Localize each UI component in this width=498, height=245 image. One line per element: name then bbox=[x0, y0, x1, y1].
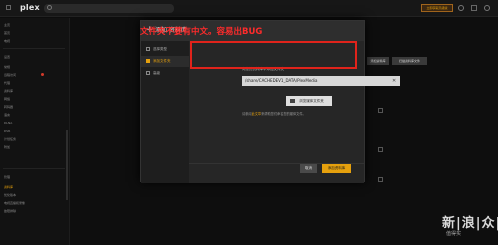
user-avatar-icon[interactable] bbox=[484, 5, 490, 11]
edit-icon bbox=[378, 177, 383, 182]
step-advanced[interactable]: 高级 bbox=[141, 68, 189, 79]
sidebar-item[interactable]: 电视直播和录像 bbox=[4, 200, 25, 206]
naming-hint: 请参阅此文章来帮助您们命名您的媒体文件。 bbox=[242, 112, 306, 117]
sidebar-item[interactable]: 管理 bbox=[4, 174, 10, 180]
sidebar-divider bbox=[3, 168, 65, 169]
list-icon bbox=[146, 47, 150, 51]
browse-media-folder-button[interactable]: 浏览媒体文件夹 bbox=[286, 96, 332, 106]
sidebar-item[interactable]: 电视 bbox=[4, 38, 10, 44]
annotation-text: 文件夹不要有中文。容易出BUG bbox=[140, 27, 263, 37]
sidebar-item[interactable]: 优化版本 bbox=[4, 192, 16, 198]
sidebar-item[interactable]: 远程访问 bbox=[4, 72, 16, 78]
sidebar-item[interactable]: DLNA bbox=[4, 120, 12, 126]
watermark-logo: 新|浪|众|测 bbox=[442, 216, 498, 231]
sidebar-item[interactable]: 附加 bbox=[4, 144, 10, 150]
edit-icon bbox=[378, 108, 383, 113]
folder-path-input[interactable]: /share/CACHEDEV1_DATA/PlexMedia bbox=[242, 76, 400, 86]
plex-logo[interactable]: plex bbox=[20, 3, 40, 12]
clear-path-icon[interactable]: ✕ bbox=[392, 78, 396, 84]
hint-prefix: 请参阅 bbox=[242, 112, 252, 116]
step-add-folders[interactable]: 添加文件夹 bbox=[141, 56, 189, 67]
scan-library-background-button: 扫描资料库文件 bbox=[392, 57, 427, 65]
step-label: 高级 bbox=[153, 71, 160, 75]
cancel-button[interactable]: 取消 bbox=[300, 164, 317, 173]
sidebar-divider bbox=[3, 48, 65, 49]
activity-icon[interactable] bbox=[458, 5, 464, 11]
watermark-subtext: 值得买 bbox=[446, 231, 462, 237]
hint-suffix: 来帮助您们命名您的媒体文件。 bbox=[261, 112, 306, 116]
browse-label: 浏览媒体文件夹 bbox=[299, 99, 324, 103]
warning-dot-icon bbox=[41, 73, 44, 76]
folder-icon bbox=[290, 99, 295, 103]
hint-article-link[interactable]: 此文章 bbox=[252, 112, 262, 116]
sidebar-item[interactable]: 设置 bbox=[4, 54, 10, 60]
top-bar: plex 立即获取高级版 bbox=[0, 0, 498, 17]
sidebar-item[interactable]: 故障排除 bbox=[4, 208, 16, 214]
sidebar-scrollbar[interactable] bbox=[66, 130, 68, 200]
settings-icon[interactable] bbox=[471, 5, 477, 11]
sidebar-item[interactable]: 网络 bbox=[4, 96, 10, 102]
sidebar-item[interactable]: 语言 bbox=[4, 112, 10, 118]
dialog-steps-nav: 选择类型 添加文件夹 高级 bbox=[141, 41, 189, 183]
add-library-button[interactable]: 添加资料库 bbox=[322, 164, 351, 173]
sidebar-item[interactable]: 资料库 bbox=[4, 88, 13, 94]
step-label: 添加文件夹 bbox=[153, 59, 171, 63]
sidebar-item[interactable]: 常规 bbox=[4, 64, 10, 70]
sidebar-item[interactable]: 首页 bbox=[4, 30, 10, 36]
sidebar-item[interactable]: 主页 bbox=[4, 22, 10, 28]
settings-sidebar: 主页 首页 电视 设置 常规 远程访问 代理 资料库 网络 转码器 语言 DLN… bbox=[0, 18, 70, 245]
more-icon bbox=[378, 147, 383, 152]
add-library-background-button: 添加资料库 bbox=[367, 57, 389, 65]
search-icon bbox=[47, 5, 52, 10]
step-label: 选择类型 bbox=[153, 47, 167, 51]
sidebar-item[interactable]: DVR bbox=[4, 128, 10, 134]
get-premium-button[interactable]: 立即获取高级版 bbox=[421, 4, 453, 12]
gear-icon bbox=[146, 71, 150, 75]
sidebar-item-libraries[interactable]: 资料库 bbox=[4, 184, 13, 190]
annotation-highlight-box bbox=[190, 41, 357, 69]
hamburger-menu-icon[interactable] bbox=[6, 5, 11, 10]
folder-icon bbox=[146, 59, 150, 63]
sidebar-item[interactable]: 计划任务 bbox=[4, 136, 16, 142]
step-select-type[interactable]: 选择类型 bbox=[141, 44, 189, 55]
sidebar-item[interactable]: 代理 bbox=[4, 80, 10, 86]
sidebar-item[interactable]: 转码器 bbox=[4, 104, 13, 110]
search-input[interactable] bbox=[44, 4, 174, 13]
